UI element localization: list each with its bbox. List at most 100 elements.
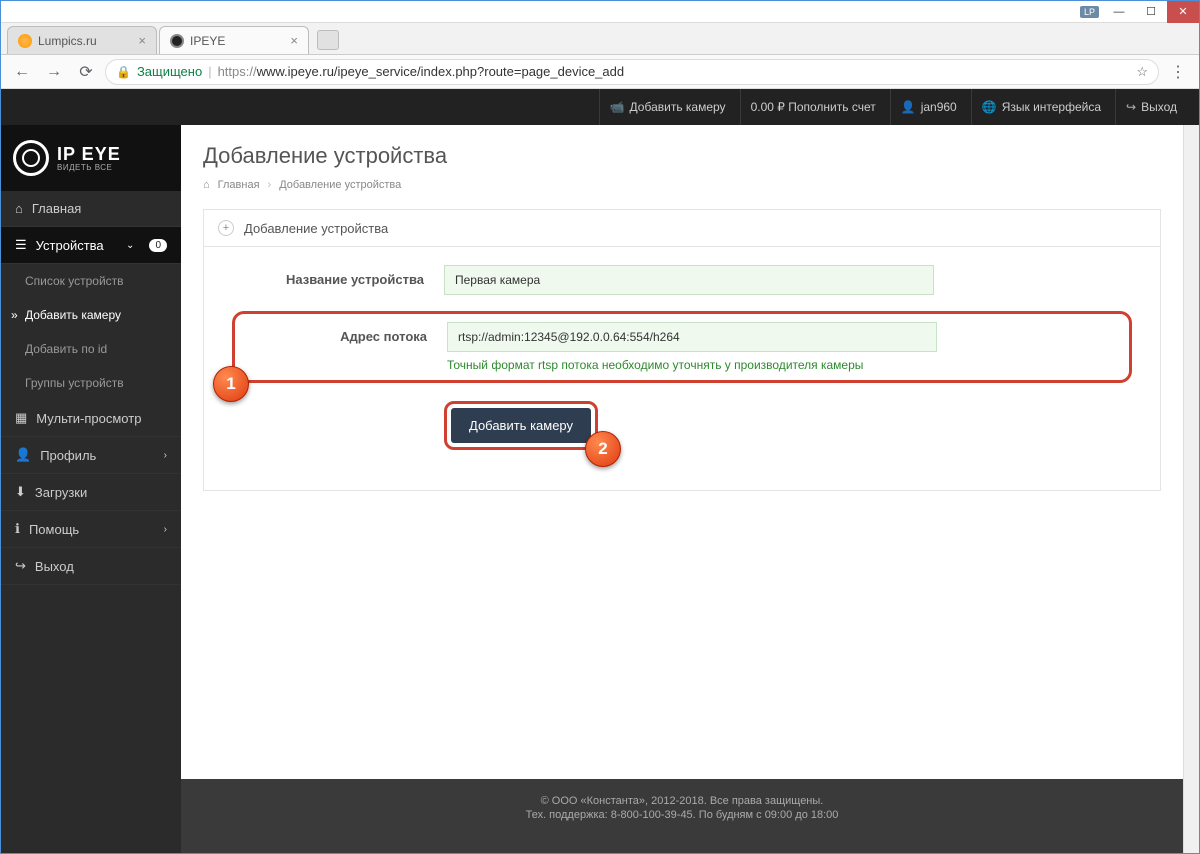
crumb-home[interactable]: Главная [218, 179, 260, 191]
forward-button[interactable]: → [41, 59, 67, 85]
tab-lumpics[interactable]: Lumpics.ru × [7, 26, 157, 54]
logo-text: IP EYE [57, 145, 121, 163]
label: Выход [35, 559, 74, 574]
stream-address-row: Адрес потока Точный формат rtsp потока н… [247, 322, 1117, 372]
tab-title: IPEYE [190, 34, 225, 48]
globe-icon: 🌐 [982, 100, 997, 114]
favicon-icon [18, 34, 32, 48]
browser-tabs: Lumpics.ru × IPEYE × [1, 23, 1199, 55]
chevron-right-icon: › [164, 450, 167, 461]
new-tab-button[interactable] [317, 30, 339, 50]
label: Профиль [40, 448, 96, 463]
bookmark-star-icon[interactable]: ☆ [1136, 64, 1148, 80]
address-bar[interactable]: 🔒 Защищено | https:// www.ipeye.ru/ipeye… [105, 59, 1159, 85]
add-camera-button[interactable]: Добавить камеру [451, 408, 591, 443]
info-icon: ℹ [15, 521, 20, 537]
secure-label: Защищено [137, 64, 202, 79]
stream-address-label: Адрес потока [247, 322, 447, 344]
app-body: 📹 Добавить камеру 0.00 ₽ Пополнить счет … [1, 89, 1199, 853]
logo[interactable]: IP EYE ВИДЕТЬ ВСЕ [1, 125, 181, 191]
reload-button[interactable]: ⟳ [73, 59, 99, 85]
crumb-current: Добавление устройства [279, 179, 401, 191]
label: Загрузки [35, 485, 87, 500]
sidebar-item-add-camera[interactable]: Добавить камеру [1, 298, 181, 332]
topnav-add-camera[interactable]: 📹 Добавить камеру [599, 89, 736, 125]
devices-count-badge: 0 [149, 239, 167, 252]
tab-ipeye[interactable]: IPEYE × [159, 26, 309, 54]
sidebar-item-downloads[interactable]: ⬇ Загрузки [1, 474, 181, 511]
minimize-button[interactable]: — [1103, 1, 1135, 23]
label: Устройства [36, 238, 104, 253]
url-text: www.ipeye.ru/ipeye_service/index.php?rou… [257, 64, 625, 79]
label: Добавить камеру [25, 308, 121, 322]
lock-icon: 🔒 [116, 65, 131, 79]
vertical-scrollbar[interactable] [1183, 125, 1199, 853]
label: Помощь [29, 522, 79, 537]
sidebar-item-devices[interactable]: ☰ Устройства ⌄ 0 [1, 227, 181, 264]
page-footer: © ООО «Константа», 2012-2018. Все права … [181, 779, 1183, 853]
footer-copyright: © ООО «Константа», 2012-2018. Все права … [181, 795, 1183, 807]
tab-title: Lumpics.ru [38, 34, 97, 48]
logo-eye-icon [13, 140, 49, 176]
logout-icon: ↪ [15, 558, 26, 574]
sidebar-item-add-by-id[interactable]: Добавить по id [1, 332, 181, 366]
window-close-button[interactable]: ✕ [1167, 1, 1199, 23]
topnav-balance[interactable]: 0.00 ₽ Пополнить счет [740, 89, 886, 125]
topnav-user[interactable]: 👤 jan960 [890, 89, 967, 125]
sidebar: IP EYE ВИДЕТЬ ВСЕ ⌂ Главная ☰ Устройства… [1, 125, 181, 853]
stream-address-input[interactable] [447, 322, 937, 352]
panel-header: + Добавление устройства [204, 210, 1160, 247]
browser-menu-button[interactable]: ⋮ [1165, 62, 1191, 82]
device-name-label: Название устройства [244, 265, 444, 287]
user-icon: 👤 [901, 100, 916, 114]
chevron-right-icon: › [268, 179, 272, 191]
sidebar-item-logout[interactable]: ↪ Выход [1, 548, 181, 585]
url-proto: https:// [218, 64, 257, 79]
download-icon: ⬇ [15, 484, 26, 500]
page-title: Добавление устройства [203, 143, 1161, 169]
list-icon: ☰ [15, 237, 27, 253]
breadcrumb: ⌂ Главная › Добавление устройства [203, 179, 1161, 191]
label: 0.00 ₽ Пополнить счет [751, 100, 876, 114]
chevron-down-icon: ⌄ [126, 240, 134, 251]
submit-highlight: Добавить камеру 2 [444, 401, 598, 450]
favicon-icon [170, 34, 184, 48]
sidebar-item-profile[interactable]: 👤 Профиль › [1, 437, 181, 474]
lp-badge: LP [1080, 6, 1099, 18]
top-nav: 📹 Добавить камеру 0.00 ₽ Пополнить счет … [1, 89, 1199, 125]
device-name-input[interactable] [444, 265, 934, 295]
sidebar-item-device-list[interactable]: Список устройств [1, 264, 181, 298]
maximize-button[interactable]: ☐ [1135, 1, 1167, 23]
address-bar-row: ← → ⟳ 🔒 Защищено | https:// www.ipeye.ru… [1, 55, 1199, 89]
label: Список устройств [25, 274, 124, 288]
grid-icon: ▦ [15, 410, 27, 426]
callout-badge-1: 1 [213, 366, 249, 402]
label: Группы устройств [25, 376, 124, 390]
user-icon: 👤 [15, 447, 31, 463]
sidebar-item-home[interactable]: ⌂ Главная [1, 191, 181, 227]
home-icon: ⌂ [15, 201, 23, 216]
back-button[interactable]: ← [9, 59, 35, 85]
camera-icon: 📹 [610, 100, 625, 114]
sidebar-item-help[interactable]: ℹ Помощь › [1, 511, 181, 548]
tab-close-icon[interactable]: × [130, 33, 146, 48]
browser-window: LP — ☐ ✕ Lumpics.ru × IPEYE × ← → ⟳ 🔒 За… [0, 0, 1200, 854]
tab-close-icon[interactable]: × [282, 33, 298, 48]
label: Добавить камеру [630, 100, 726, 114]
topnav-language[interactable]: 🌐 Язык интерфейса [971, 89, 1111, 125]
footer-support: Тех. поддержка: 8-800-100-39-45. По будн… [181, 809, 1183, 821]
logout-icon: ↪ [1126, 100, 1136, 114]
plus-icon[interactable]: + [218, 220, 234, 236]
chevron-right-icon: › [164, 524, 167, 535]
logo-subtitle: ВИДЕТЬ ВСЕ [57, 163, 121, 172]
sidebar-item-device-groups[interactable]: Группы устройств [1, 366, 181, 400]
stream-highlight: Адрес потока Точный формат rtsp потока н… [232, 311, 1132, 383]
topnav-logout[interactable]: ↪ Выход [1115, 89, 1187, 125]
add-device-panel: + Добавление устройства Название устройс… [203, 209, 1161, 491]
sidebar-item-multiview[interactable]: ▦ Мульти-просмотр [1, 400, 181, 437]
label: Добавить по id [25, 342, 107, 356]
callout-badge-2: 2 [585, 431, 621, 467]
panel-title: Добавление устройства [244, 221, 388, 236]
label: Язык интерфейса [1002, 100, 1101, 114]
label: Мульти-просмотр [36, 411, 141, 426]
